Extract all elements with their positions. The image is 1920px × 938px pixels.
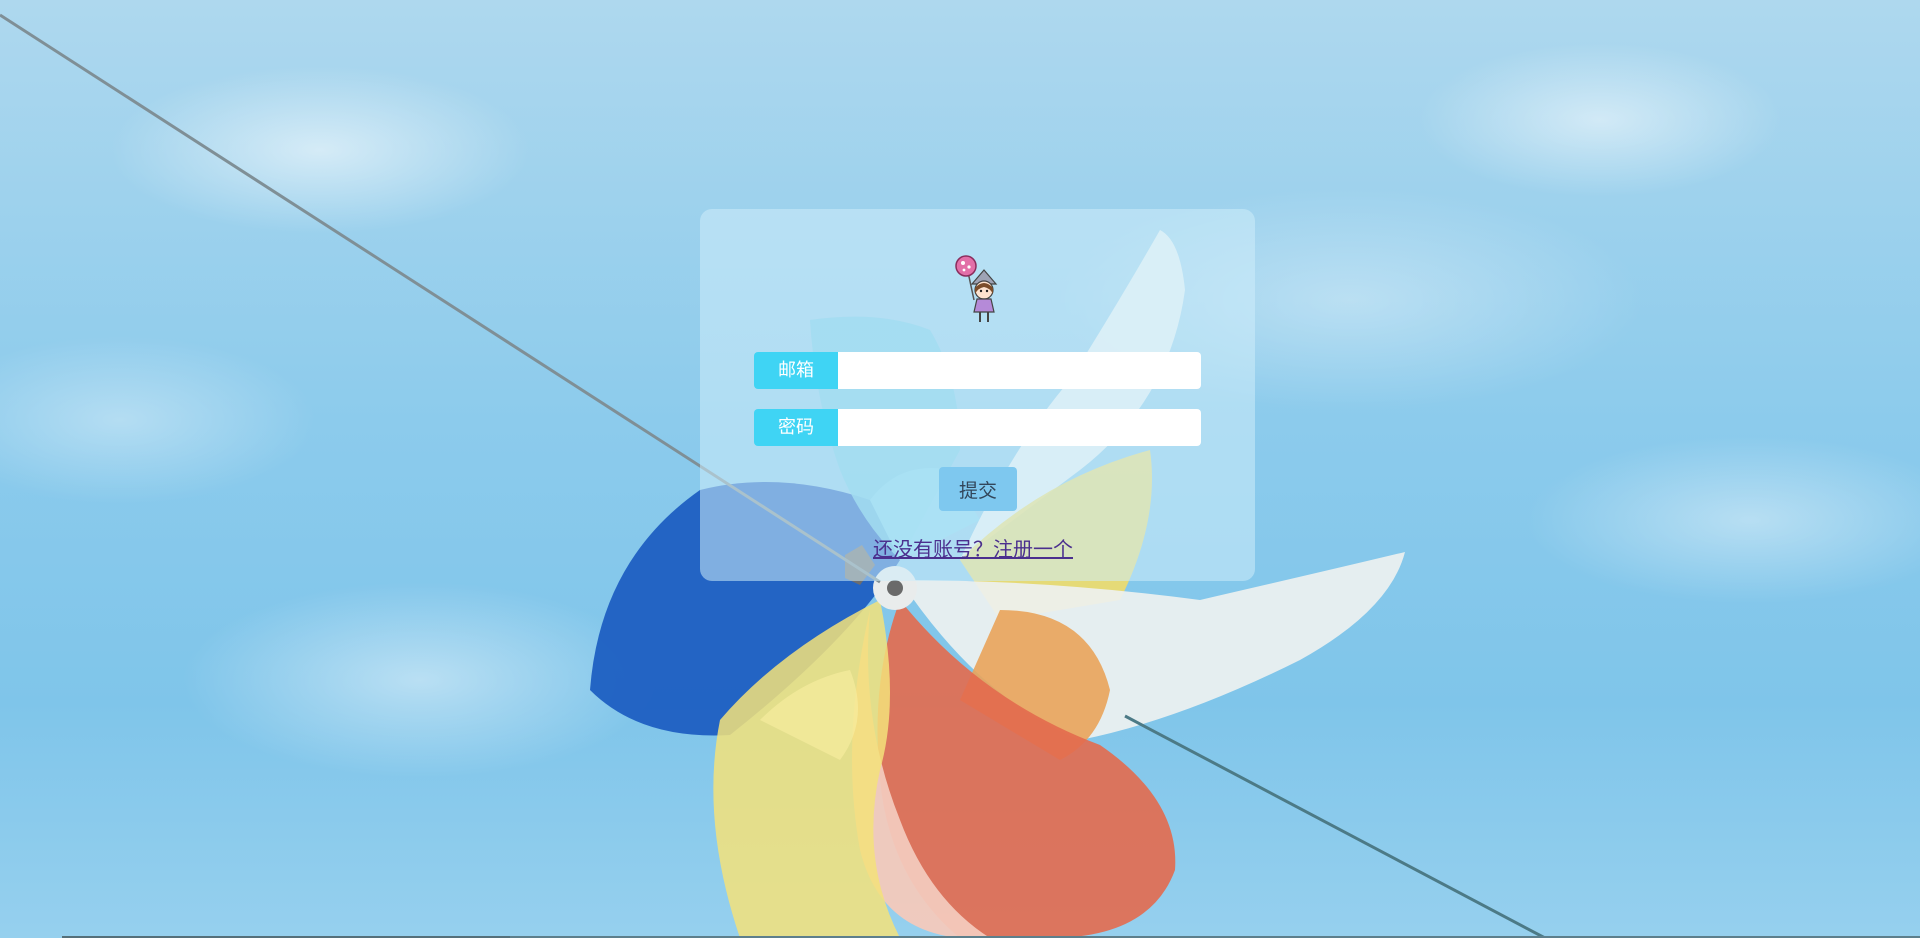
register-link[interactable]: 还没有账号？注册一个 <box>873 533 1073 562</box>
password-input[interactable] <box>838 409 1201 446</box>
login-panel: 邮箱 密码 提交 还没有账号？注册一个 <box>700 209 1255 581</box>
email-label: 邮箱 <box>754 352 838 389</box>
password-label: 密码 <box>754 409 838 446</box>
submit-button[interactable]: 提交 <box>939 467 1017 511</box>
email-field-row: 邮箱 <box>754 352 1201 389</box>
email-input[interactable] <box>838 352 1201 389</box>
password-field-row: 密码 <box>754 409 1201 446</box>
cartoon-girl-with-balloon-icon <box>955 255 998 322</box>
